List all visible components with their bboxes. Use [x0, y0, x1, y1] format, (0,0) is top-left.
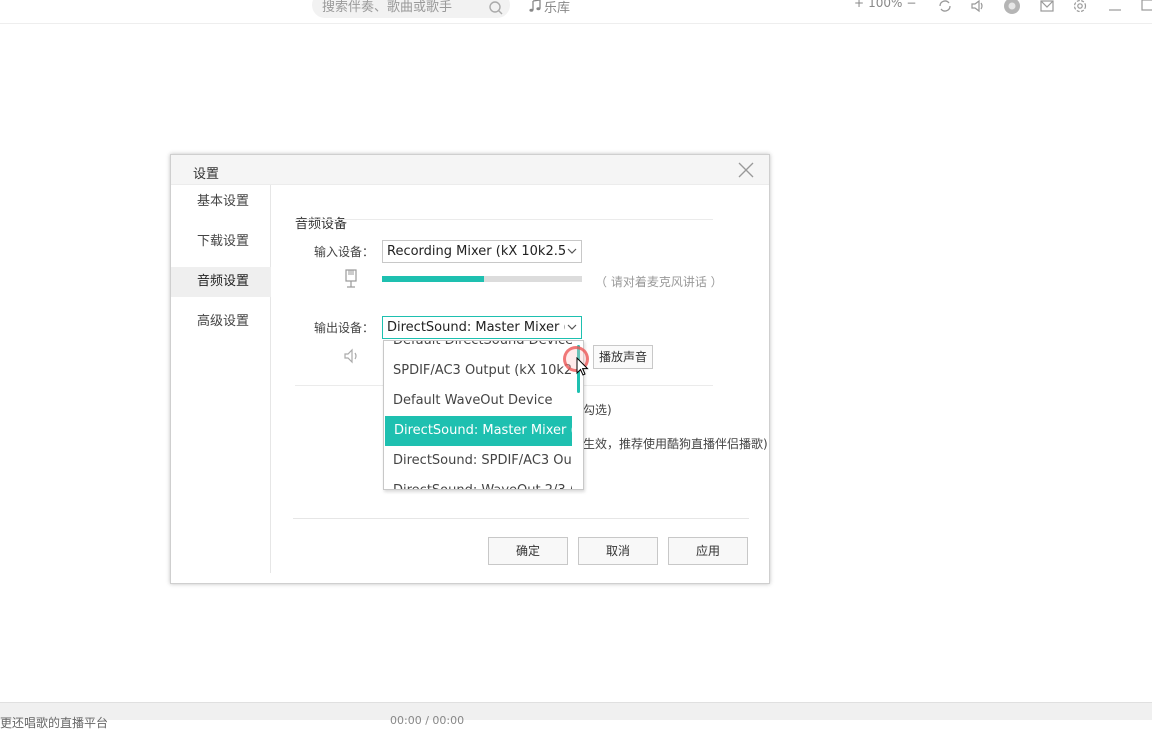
output-device-dropdown: Default DirectSound Device SPDIF/AC3 Out…: [383, 340, 584, 490]
dropdown-option-selected[interactable]: DirectSound: Master Mixer (k: [385, 416, 572, 446]
section-divider: [295, 219, 713, 220]
bottom-bar: 更还唱歌的直播平台 00:00 / 00:00: [0, 702, 1152, 730]
settings-dialog: 设置 基本设置 下载设置 音频设置 高级设置 音频设备 输入设备： Record…: [170, 154, 770, 584]
dropdown-option[interactable]: Default DirectSound Device: [384, 341, 572, 356]
section-title: 音频设备: [295, 217, 348, 232]
search-input[interactable]: [322, 0, 482, 16]
playback-time: 00:00 / 00:00: [390, 714, 465, 727]
option-text-fragment: 勾选): [583, 403, 612, 417]
apply-button[interactable]: 应用: [668, 537, 748, 565]
top-bar: 乐库 + 100% −: [0, 0, 1152, 24]
speaker-icon: [344, 348, 357, 364]
dropdown-option[interactable]: DirectSound: SPDIF/AC3 Outp: [384, 446, 572, 476]
mouse-cursor-icon: [576, 357, 589, 376]
library-label: 乐库: [544, 0, 571, 16]
option-text-fragment: 生效，推荐使用酷狗直播伴侣播歌): [583, 437, 768, 451]
dialog-title: 设置: [193, 167, 220, 182]
settings-nav: 基本设置 下载设置 音频设置 高级设置: [171, 185, 271, 573]
chevron-down-icon: [567, 323, 577, 331]
input-level-fill: [382, 276, 484, 282]
search-icon[interactable]: [488, 0, 504, 16]
close-icon[interactable]: [737, 161, 755, 179]
play-sound-button[interactable]: 播放声音: [593, 345, 653, 369]
maximize-icon[interactable]: [1140, 0, 1152, 14]
zoom-out-icon[interactable]: −: [906, 0, 916, 10]
search-box[interactable]: [312, 0, 510, 18]
mail-icon[interactable]: [1039, 0, 1055, 14]
footer-divider: [293, 518, 749, 519]
minimize-icon[interactable]: [1107, 0, 1123, 14]
library-tab[interactable]: 乐库: [528, 0, 571, 16]
mic-hint: （ 请对着麦克风讲话 ）: [595, 275, 723, 289]
music-note-icon: [529, 0, 541, 12]
zoom-control: + 100% −: [854, 0, 916, 10]
input-device-select[interactable]: Recording Mixer (kX 10k2.5 A: [382, 240, 582, 263]
input-device-value: Recording Mixer (kX 10k2.5 A: [387, 244, 565, 259]
nav-advanced-settings[interactable]: 高级设置: [171, 307, 271, 337]
cancel-button[interactable]: 取消: [578, 537, 658, 565]
dialog-header: 设置: [171, 155, 769, 185]
ok-button[interactable]: 确定: [488, 537, 568, 565]
volume-icon[interactable]: [970, 0, 986, 14]
zoom-in-icon[interactable]: +: [854, 0, 864, 10]
input-level-meter: [382, 276, 582, 282]
nav-basic-settings[interactable]: 基本设置: [171, 187, 271, 217]
zoom-level: 100%: [868, 0, 903, 10]
avatar[interactable]: [1004, 0, 1020, 14]
nav-audio-settings[interactable]: 音频设置: [171, 267, 271, 297]
output-device-select[interactable]: DirectSound: Master Mixer (k): [382, 316, 582, 339]
microphone-icon: [345, 269, 357, 288]
dropdown-option[interactable]: DirectSound: WaveOut 2/3 (k: [384, 476, 572, 489]
output-device-label: 输出设备：: [314, 321, 375, 335]
gear-icon[interactable]: [1072, 0, 1088, 14]
chevron-down-icon: [567, 247, 577, 255]
dropdown-option[interactable]: Default WaveOut Device: [384, 386, 572, 416]
refresh-icon[interactable]: [937, 0, 953, 14]
dropdown-option[interactable]: SPDIF/AC3 Output (kX 10k2.5: [384, 356, 572, 386]
nav-download-settings[interactable]: 下载设置: [171, 227, 271, 257]
output-device-value: DirectSound: Master Mixer (k): [387, 320, 565, 335]
bottom-status-text: 更还唱歌的直播平台: [0, 716, 109, 730]
input-device-label: 输入设备：: [314, 245, 375, 259]
